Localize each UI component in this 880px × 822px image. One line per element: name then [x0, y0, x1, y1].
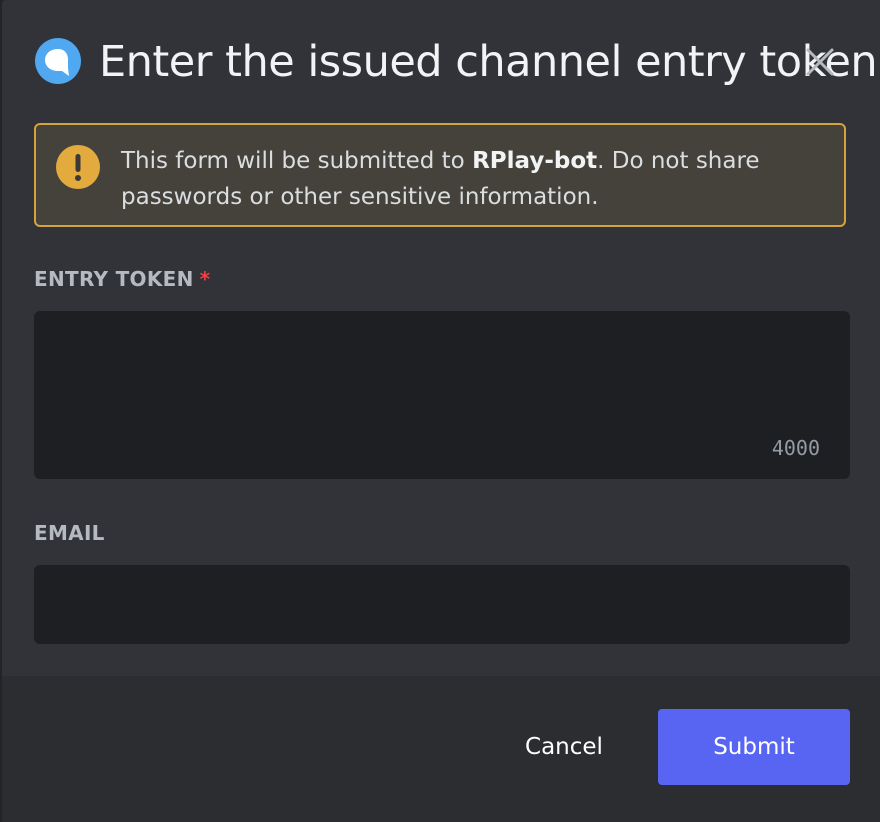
notice-text-before: This form will be submitted to [121, 148, 473, 174]
modal-dialog: Enter the issued channel entry token Thi… [2, 0, 880, 822]
bot-name: RPlay-bot [472, 148, 598, 174]
modal-title: Enter the issued channel entry token [99, 37, 878, 87]
entry-token-label: ENTRY TOKEN * [34, 267, 210, 291]
entry-token-label-text: ENTRY TOKEN [34, 267, 194, 291]
notice-text: This form will be submitted to RPlay-bot… [121, 143, 831, 215]
char-limit-counter: 4000 [771, 436, 820, 460]
warning-icon [56, 145, 100, 189]
modal-header: Enter the issued channel entry token [2, 0, 880, 120]
email-label: EMAIL [34, 521, 105, 545]
submit-button[interactable]: Submit [658, 709, 850, 785]
modal-footer: Cancel Submit [2, 676, 880, 822]
required-marker: * [199, 267, 211, 291]
close-icon[interactable] [802, 44, 838, 80]
email-input[interactable] [34, 565, 850, 644]
cancel-button[interactable]: Cancel [500, 711, 628, 783]
warning-notice: This form will be submitted to RPlay-bot… [34, 123, 846, 227]
entry-token-input[interactable] [34, 311, 850, 479]
chat-bubble-icon [35, 38, 81, 84]
